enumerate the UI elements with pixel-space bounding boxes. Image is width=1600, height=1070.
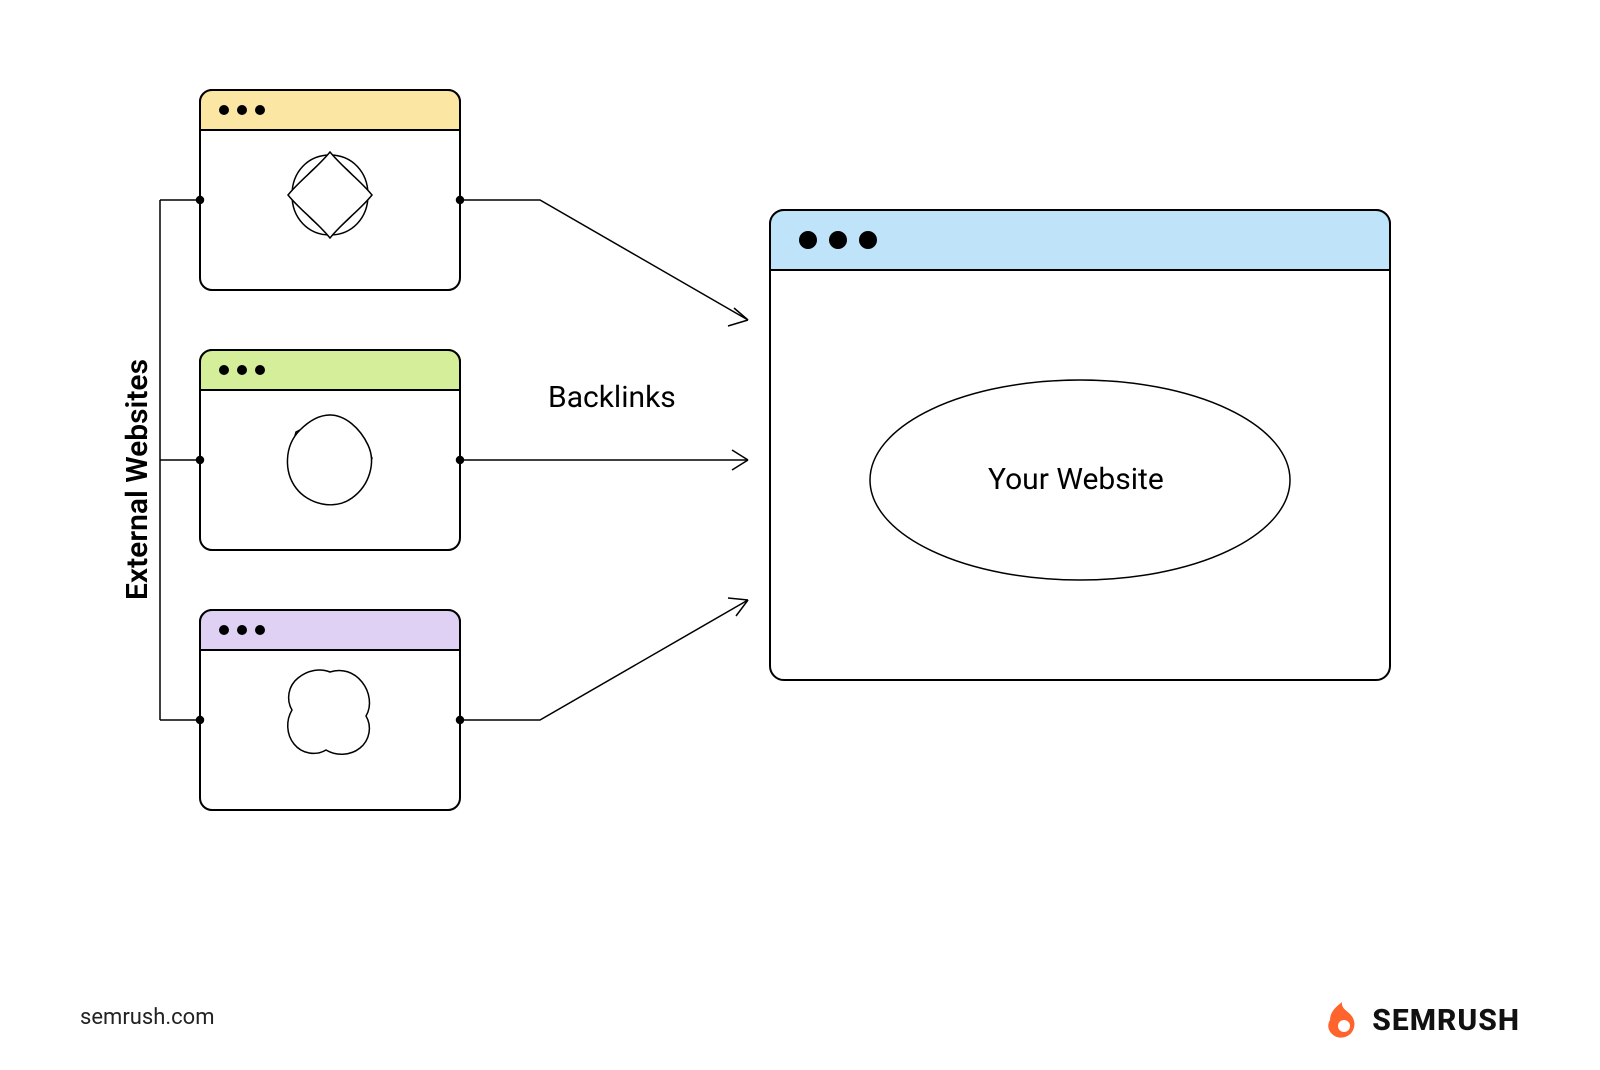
external-window-1 [200,90,460,290]
backlinks-label: Backlinks [548,380,676,415]
brand-wordmark: SEMRUSH [1372,1003,1520,1038]
external-window-2 [200,350,460,550]
external-window-3 [200,610,460,810]
left-bracket [160,197,204,724]
diagram-canvas: External Websites Backlinks Your Website… [0,0,1600,1070]
blob-icon [288,670,370,754]
your-website-label: Your Website [988,462,1164,497]
brand-logo: SEMRUSH [1322,1000,1520,1040]
backlink-arrows [457,197,749,724]
target-window [770,210,1390,680]
footer-url: semrush.com [80,1005,215,1030]
external-websites-label: External Websites [120,359,155,600]
flame-icon [1322,1000,1362,1040]
backlinks-diagram [0,0,1600,1070]
